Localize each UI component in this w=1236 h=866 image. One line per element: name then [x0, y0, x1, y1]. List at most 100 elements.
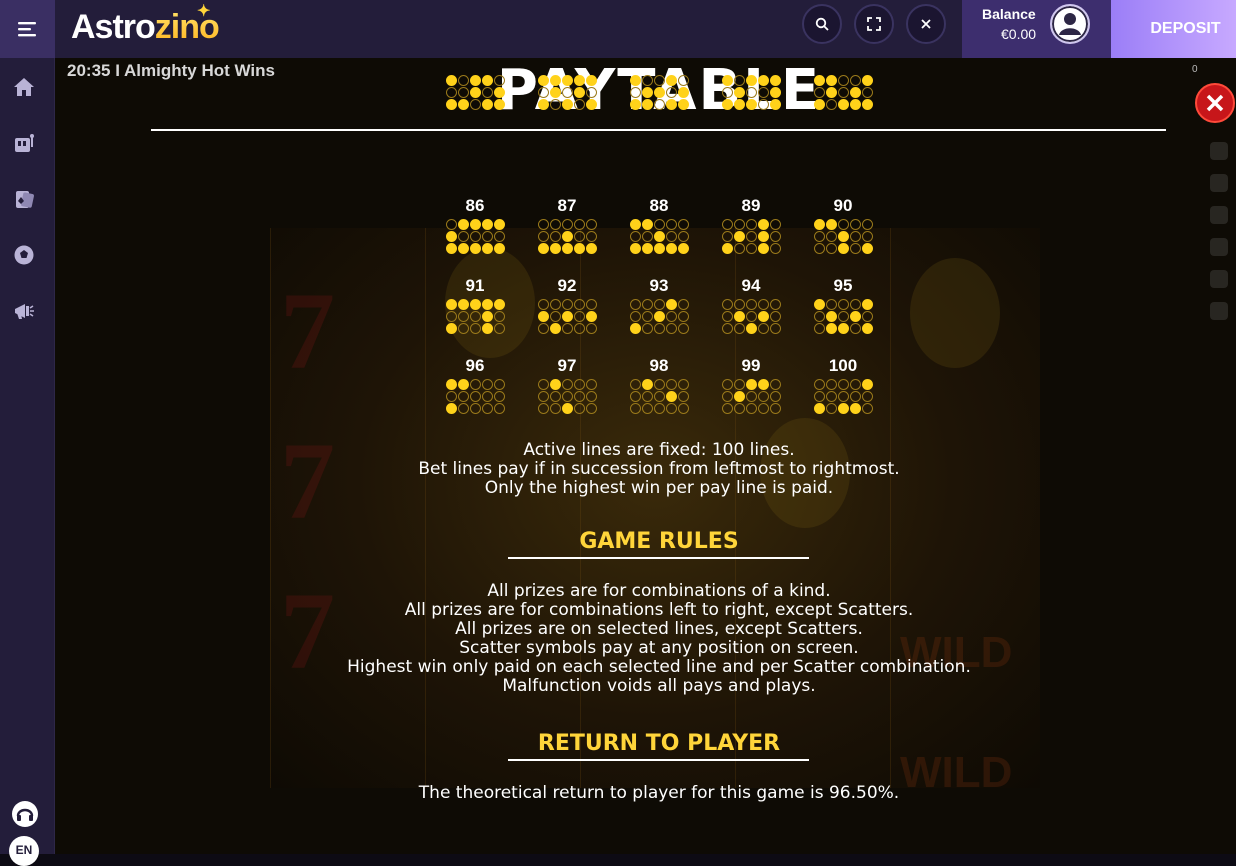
close-game-button[interactable] [906, 4, 946, 44]
payline-dot [481, 378, 493, 390]
payline-dot [665, 378, 677, 390]
payline-pattern [721, 218, 781, 254]
payline-dot [573, 310, 585, 322]
payline-pattern [537, 298, 597, 334]
payline-dot [813, 98, 825, 110]
payline-dot [721, 322, 733, 334]
payline-dot [861, 402, 873, 414]
payline-dot [641, 74, 653, 86]
payline-dot [837, 298, 849, 310]
payline-dot [481, 242, 493, 254]
payline-dot [757, 230, 769, 242]
close-icon [921, 19, 931, 29]
payline-dot [825, 74, 837, 86]
payline-dot [537, 98, 549, 110]
payline-dot [445, 74, 457, 86]
history-icon[interactable] [1210, 238, 1228, 256]
payline-dot [757, 402, 769, 414]
left-sidebar: EN [0, 0, 55, 866]
support-button[interactable] [11, 800, 39, 828]
payline-pattern [813, 298, 873, 334]
payline-dot [445, 98, 457, 110]
menu-button[interactable] [0, 0, 55, 58]
lines-info-1: Active lines are fixed: 100 lines. [523, 440, 795, 460]
payline-number: 89 [741, 196, 761, 215]
payline-dot [721, 310, 733, 322]
payline-dot [745, 390, 757, 402]
payline-dot [849, 322, 861, 334]
payline-dot [825, 402, 837, 414]
nav-sports[interactable] [13, 244, 35, 266]
nav-home[interactable] [13, 76, 35, 98]
payline-dot [481, 98, 493, 110]
settings-icon[interactable] [1210, 174, 1228, 192]
nav-live-casino[interactable] [13, 188, 35, 210]
nav-promotions[interactable] [13, 300, 35, 322]
deposit-button[interactable]: DEPOSIT [1111, 0, 1236, 58]
payline-dot [653, 378, 665, 390]
payline-dot [665, 298, 677, 310]
payline-dot [549, 74, 561, 86]
payline-pattern [629, 218, 689, 254]
payline-pattern [629, 378, 689, 414]
payline-dot [481, 86, 493, 98]
payline-dot [837, 402, 849, 414]
user-icon [1052, 6, 1088, 42]
payline-dot [861, 86, 873, 98]
fullscreen-icon [867, 17, 881, 31]
payline-dot [537, 378, 549, 390]
payline-dot [457, 310, 469, 322]
user-avatar[interactable] [1050, 4, 1090, 44]
payline-dot [733, 298, 745, 310]
help-icon[interactable] [1210, 302, 1228, 320]
rule-line-6: Malfunction voids all pays and plays. [502, 676, 816, 696]
balance-box[interactable]: Balance €0.00 [962, 0, 1111, 58]
payline-dot [813, 86, 825, 98]
payline-dot [861, 242, 873, 254]
payline-dot [825, 230, 837, 242]
payline-dot [733, 378, 745, 390]
payline-item: 97 [536, 356, 598, 414]
payline-number: 87 [557, 196, 577, 215]
nav-casino[interactable] [13, 132, 35, 154]
payline-dot [721, 390, 733, 402]
payline-dot [561, 98, 573, 110]
casino-icon [15, 134, 34, 152]
payline-dot [733, 218, 745, 230]
payline-dot [721, 86, 733, 98]
payline-dot [641, 230, 653, 242]
info-icon[interactable] [1210, 206, 1228, 224]
paytable-close-button[interactable] [1195, 83, 1235, 123]
payline-dot [561, 390, 573, 402]
payline-dot [481, 310, 493, 322]
payline-dot [849, 242, 861, 254]
language-flag-icon[interactable] [1210, 270, 1228, 288]
payline-dot [769, 86, 781, 98]
payline-dot [549, 98, 561, 110]
payline-dot [573, 378, 585, 390]
payline-dot [665, 322, 677, 334]
language-selector[interactable]: EN [9, 836, 39, 866]
sports-icon [14, 245, 34, 265]
payline-dot [677, 98, 689, 110]
payline-item: 86 [444, 196, 506, 254]
lines-info-3: Only the highest win per pay line is pai… [484, 478, 834, 498]
payline-dot [653, 402, 665, 414]
site-logo[interactable]: Astro zino ✦ [71, 3, 220, 49]
payline-dot [641, 98, 653, 110]
payline-dot [481, 322, 493, 334]
payline-dot [549, 298, 561, 310]
payline-dot [677, 390, 689, 402]
fullscreen-button[interactable] [854, 4, 894, 44]
payline-number: 88 [649, 196, 669, 215]
payline-dot [493, 390, 505, 402]
game-rules-divider [508, 557, 809, 559]
search-button[interactable] [802, 4, 842, 44]
payline-dot [813, 230, 825, 242]
payline-dot [481, 298, 493, 310]
payline-dot [825, 378, 837, 390]
payline-dot [561, 402, 573, 414]
payline-dot [849, 86, 861, 98]
game-rules-title: GAME RULES [579, 529, 739, 554]
sound-icon[interactable] [1210, 142, 1228, 160]
